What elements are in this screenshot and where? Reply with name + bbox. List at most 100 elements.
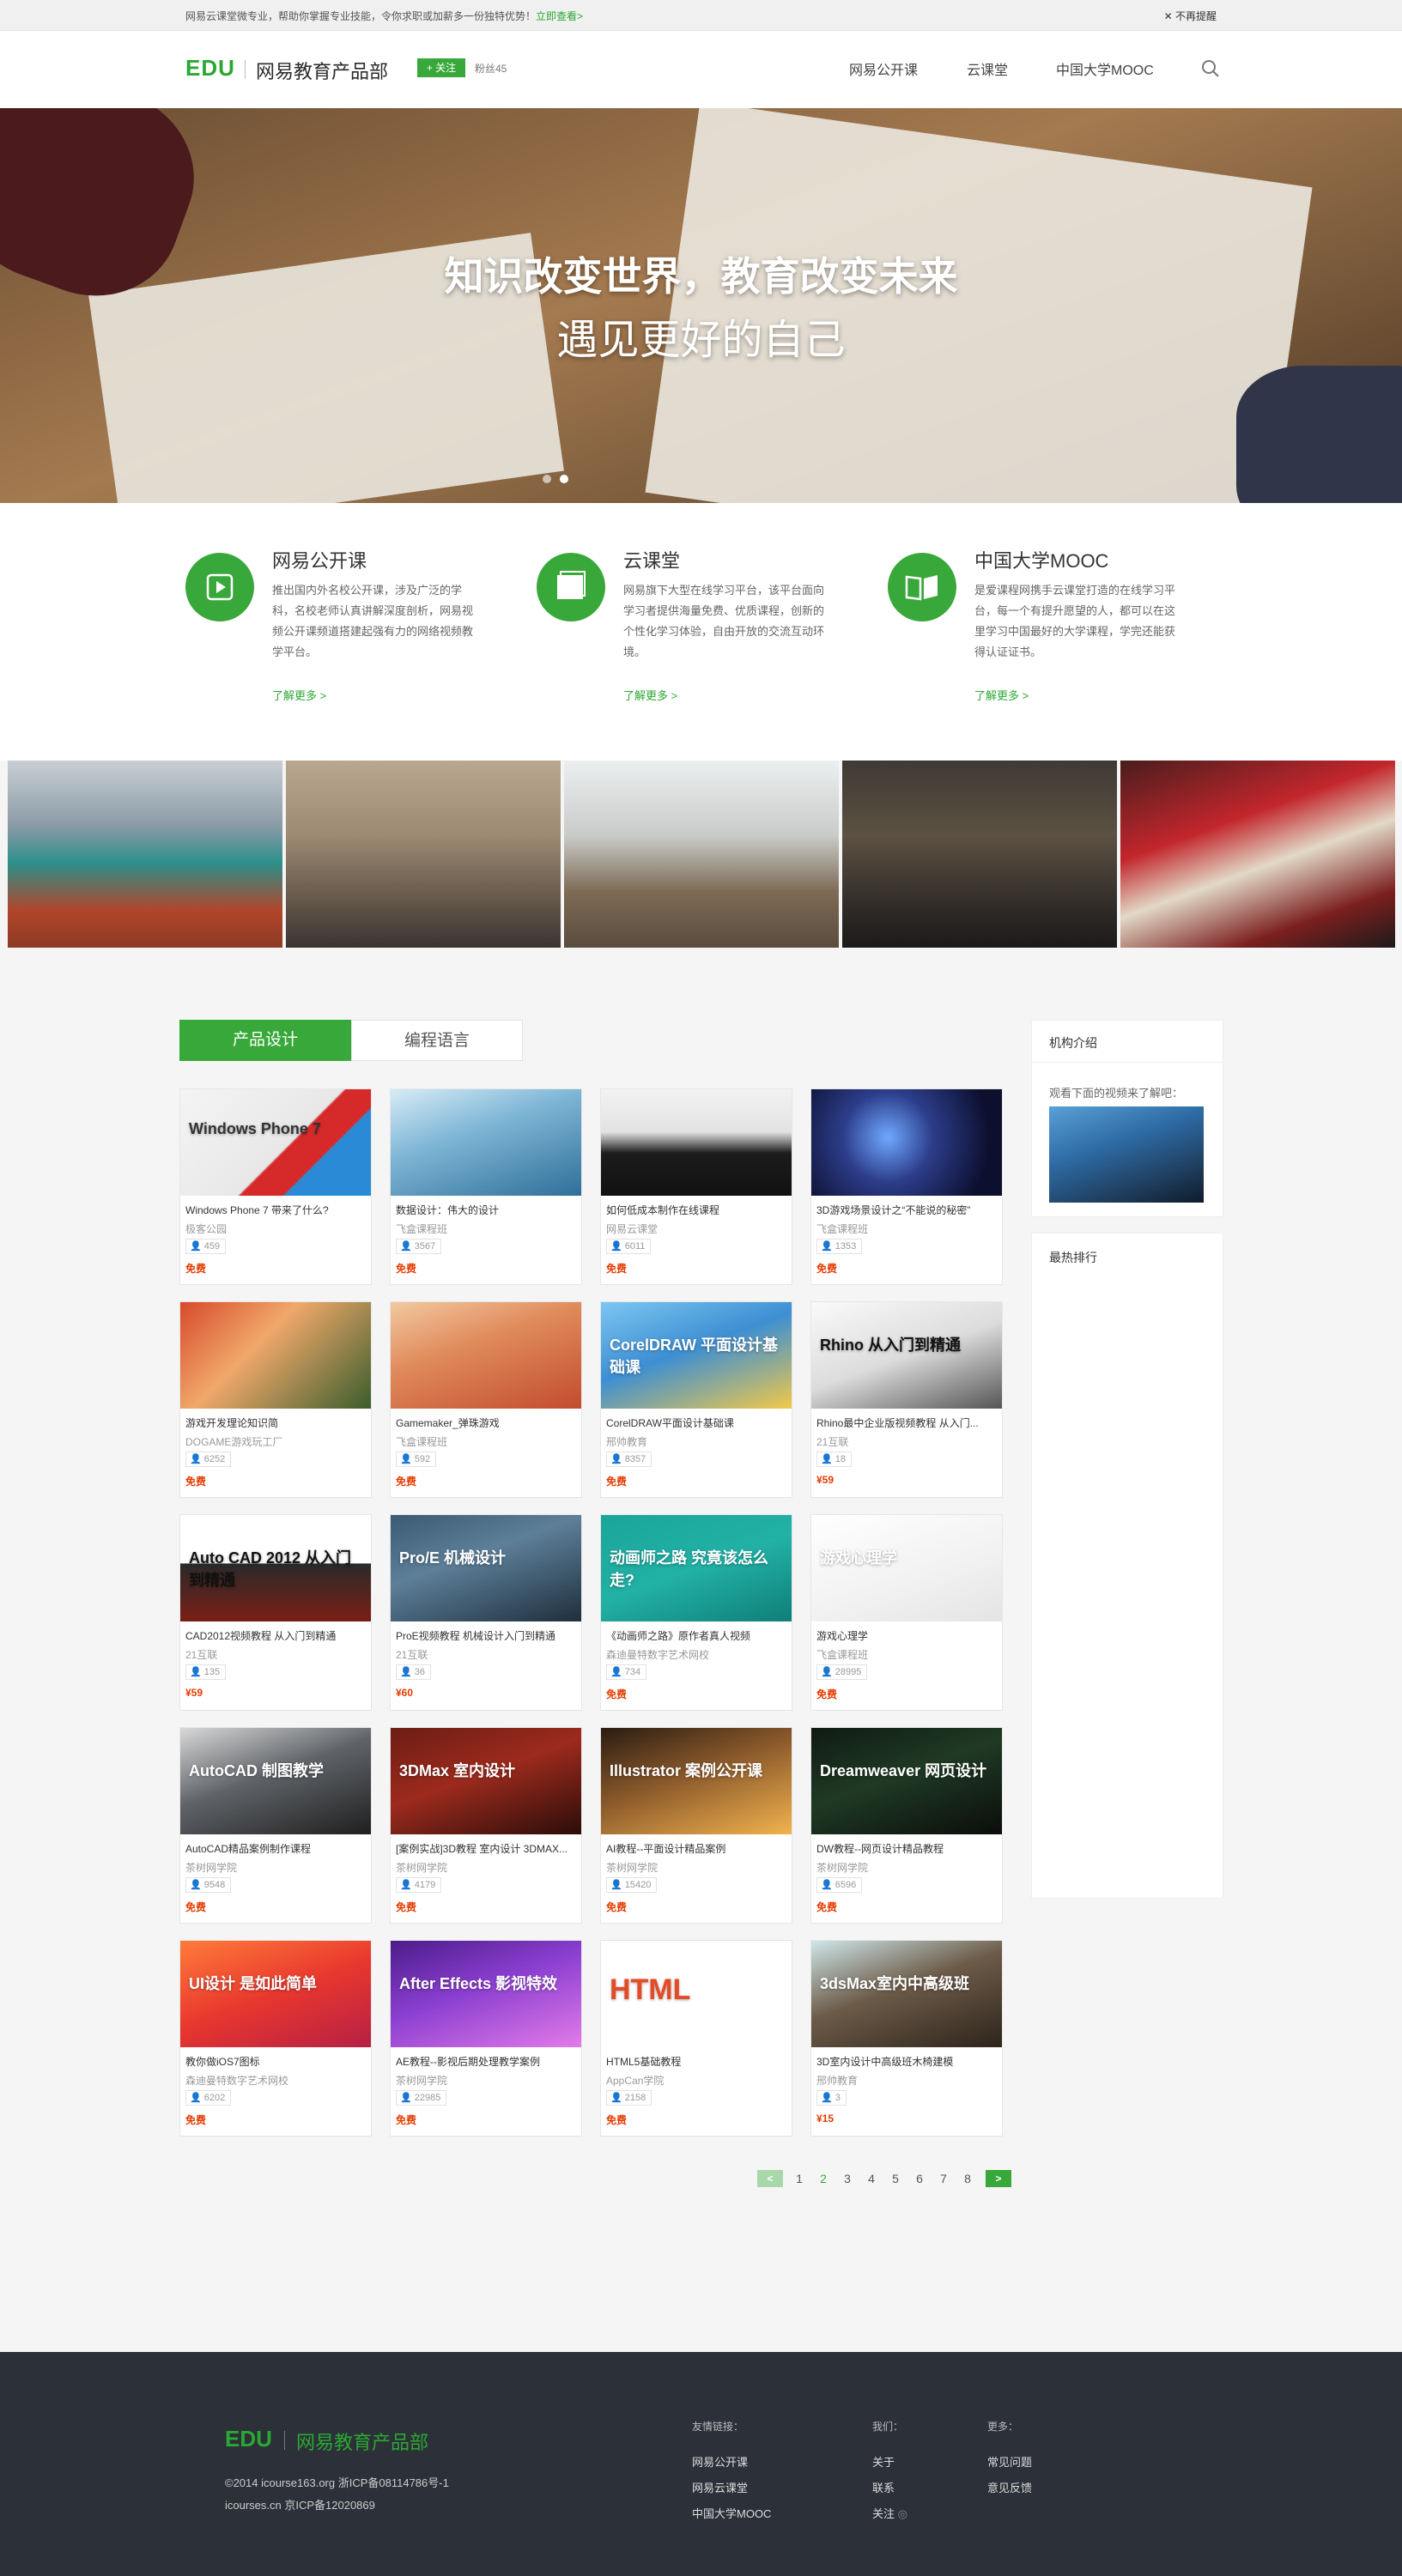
course-provider[interactable]: 茶树网学院 (396, 2073, 447, 2088)
course-card[interactable]: UI设计 是如此简单 教你做iOS7图标 森迪曼特数字艺术网校 👤 6202 免费 (179, 1940, 372, 2137)
course-card[interactable]: Illustrator 案例公开课 AI教程--平面设计精品案例 茶树网学院 👤 15… (600, 1727, 792, 1924)
footer-link[interactable]: 关于 (872, 2450, 907, 2476)
course-title[interactable]: CAD2012视频教程 从入门到精通 (185, 1628, 366, 1643)
page-3[interactable]: 3 (838, 2170, 857, 2187)
logo[interactable]: EDU (185, 55, 235, 82)
prev-page-button[interactable]: < (757, 2170, 783, 2187)
footer-link[interactable]: 关注 ◎ (872, 2501, 907, 2527)
tab-programming[interactable]: 编程语言 (351, 1020, 523, 1061)
course-title[interactable]: DW教程--网页设计精品教程 (816, 1841, 997, 1856)
course-provider[interactable]: 21互联 (396, 1647, 428, 1662)
weibo-icon[interactable]: ◎ (898, 2507, 907, 2520)
course-thumbnail[interactable]: Windows Phone 7 (180, 1089, 371, 1196)
course-title[interactable]: CorelDRAW平面设计基础课 (606, 1415, 786, 1430)
course-provider[interactable]: 森迪曼特数字艺术网校 (185, 2073, 288, 2088)
nav-open-course[interactable]: 网易公开课 (849, 58, 918, 79)
course-thumbnail[interactable]: 游戏心理学 (811, 1515, 1002, 1621)
course-provider[interactable]: 极客公园 (185, 1221, 227, 1236)
course-card[interactable]: Gamemaker_弹珠游戏 飞盒课程班 👤 592 免费 (390, 1301, 582, 1498)
page-6[interactable]: 6 (910, 2170, 929, 2187)
course-card[interactable]: 3dsMax室内中高级班 3D室内设计中高级班木椅建模 邢帅教育 👤 3 ¥15 (810, 1940, 1003, 2137)
footer-link[interactable]: 常见问题 (987, 2450, 1032, 2476)
course-provider[interactable]: 网易云课堂 (606, 1221, 658, 1236)
course-card[interactable]: Dreamweaver 网页设计 DW教程--网页设计精品教程 茶树网学院 👤 659… (810, 1727, 1003, 1924)
course-thumbnail[interactable]: HTML (601, 1941, 792, 2047)
course-provider[interactable]: 飞盒课程班 (396, 1221, 447, 1236)
course-thumbnail[interactable]: Rhino 从入门到精通 (811, 1302, 1002, 1409)
course-thumbnail[interactable] (180, 1302, 371, 1409)
course-card[interactable]: 游戏心理学 游戏心理学 飞盒课程班 👤 28995 免费 (810, 1514, 1003, 1711)
nav-cloud-class[interactable]: 云课堂 (967, 58, 1008, 79)
course-thumbnail[interactable]: Illustrator 案例公开课 (601, 1728, 792, 1834)
course-card[interactable]: 动画师之路 究竟该怎么走? 《动画师之路》原作者真人视频 森迪曼特数字艺术网校 👤 7… (600, 1514, 792, 1711)
dismiss-notice[interactable]: ✕ 不再提醒 (1164, 9, 1217, 23)
course-thumbnail[interactable]: 3dsMax室内中高级班 (811, 1941, 1002, 2047)
course-title[interactable]: Rhino最中企业版视频教程 从入门... (816, 1415, 997, 1430)
course-provider[interactable]: 茶树网学院 (185, 1860, 237, 1875)
slide-dot-1[interactable] (543, 475, 551, 483)
tab-product-design[interactable]: 产品设计 (179, 1020, 351, 1061)
course-title[interactable]: HTML5基础教程 (606, 2054, 786, 2069)
course-card[interactable]: 如何低成本制作在线课程 网易云课堂 👤 6011 免费 (600, 1088, 792, 1285)
footer-link[interactable]: 中国大学MOOC (692, 2501, 771, 2527)
footer-logo[interactable]: EDU (225, 2426, 272, 2452)
course-provider[interactable]: 茶树网学院 (396, 1860, 447, 1875)
course-provider[interactable]: 茶树网学院 (606, 1860, 658, 1875)
course-title[interactable]: Windows Phone 7 带来了什么? (185, 1203, 366, 1217)
next-page-button[interactable]: > (986, 2170, 1011, 2187)
course-title[interactable]: 3D室内设计中高级班木椅建模 (816, 2054, 997, 2069)
course-title[interactable]: 游戏开发理论知识简 (185, 1415, 366, 1430)
learn-more-link[interactable]: 了解更多 > (272, 687, 326, 703)
course-title[interactable]: 游戏心理学 (816, 1628, 997, 1643)
course-thumbnail[interactable] (601, 1089, 792, 1196)
page-7[interactable]: 7 (934, 2170, 953, 2187)
course-thumbnail[interactable] (391, 1302, 581, 1409)
course-provider[interactable]: 飞盒课程班 (816, 1647, 868, 1662)
course-title[interactable]: 数据设计：伟大的设计 (396, 1203, 576, 1217)
course-thumbnail[interactable]: Pro/E 机械设计 (391, 1515, 581, 1621)
search-icon[interactable] (1200, 58, 1221, 79)
course-thumbnail[interactable] (391, 1089, 581, 1196)
page-8[interactable]: 8 (958, 2170, 977, 2187)
course-thumbnail[interactable]: 3DMax 室内设计 (391, 1728, 581, 1834)
course-thumbnail[interactable]: UI设计 是如此简单 (180, 1941, 371, 2047)
course-title[interactable]: [案例实战]3D教程 室内设计 3DMAX... (396, 1841, 576, 1856)
course-title[interactable]: Gamemaker_弹珠游戏 (396, 1415, 576, 1430)
course-title[interactable]: AE教程--影视后期处理教学案例 (396, 2054, 576, 2069)
page-2[interactable]: 2 (814, 2170, 833, 2187)
course-card[interactable]: 数据设计：伟大的设计 飞盒课程班 👤 3567 免费 (390, 1088, 582, 1285)
course-card[interactable]: HTML HTML5基础教程 AppCan学院 👤 2158 免费 (600, 1940, 792, 2137)
course-provider[interactable]: 飞盒课程班 (816, 1221, 868, 1236)
course-card[interactable]: 游戏开发理论知识简 DOGAME游戏玩工厂 👤 6252 免费 (179, 1301, 372, 1498)
slide-dot-2[interactable] (560, 475, 568, 483)
course-card[interactable]: AutoCAD 制图教学 AutoCAD精品案例制作课程 茶树网学院 👤 9548 免费 (179, 1727, 372, 1924)
course-card[interactable]: Auto CAD 2012 从入门到精通 CAD2012视频教程 从入门到精通 21… (179, 1514, 372, 1711)
course-card[interactable]: Rhino 从入门到精通 Rhino最中企业版视频教程 从入门... 21互联 👤 1… (810, 1301, 1003, 1498)
course-title[interactable]: 如何低成本制作在线课程 (606, 1203, 786, 1217)
course-thumbnail[interactable]: AutoCAD 制图教学 (180, 1728, 371, 1834)
course-title[interactable]: 《动画师之路》原作者真人视频 (606, 1628, 786, 1643)
course-card[interactable]: 3D游戏场景设计之“不能说的秘密” 飞盒课程班 👤 1353 免费 (810, 1088, 1003, 1285)
intro-video-thumbnail[interactable] (1049, 1106, 1204, 1203)
course-provider[interactable]: 邢帅教育 (606, 1434, 647, 1449)
course-provider[interactable]: 21互联 (185, 1647, 217, 1662)
page-5[interactable]: 5 (886, 2170, 905, 2187)
page-1[interactable]: 1 (790, 2170, 809, 2187)
learn-more-link[interactable]: 了解更多 > (623, 687, 677, 703)
footer-link[interactable]: 网易公开课 (692, 2450, 771, 2476)
hero-banner[interactable]: 知识改变世界，教育改变未来 遇见更好的自己 (0, 108, 1402, 503)
footer-link[interactable]: 联系 (872, 2476, 907, 2501)
course-card[interactable]: Windows Phone 7 Windows Phone 7 带来了什么? 极客公… (179, 1088, 372, 1285)
nav-mooc[interactable]: 中国大学MOOC (1056, 58, 1154, 79)
course-thumbnail[interactable]: 动画师之路 究竟该怎么走? (601, 1515, 792, 1621)
course-provider[interactable]: 飞盒课程班 (396, 1434, 447, 1449)
course-provider[interactable]: DOGAME游戏玩工厂 (185, 1434, 282, 1449)
notice-link[interactable]: 立即查看> (536, 10, 583, 22)
course-provider[interactable]: 森迪曼特数字艺术网校 (606, 1647, 709, 1662)
course-provider[interactable]: 茶树网学院 (816, 1860, 868, 1875)
course-card[interactable]: CorelDRAW 平面设计基础课 CorelDRAW平面设计基础课 邢帅教育 👤 8… (600, 1301, 792, 1498)
course-title[interactable]: AI教程--平面设计精品案例 (606, 1841, 786, 1856)
course-provider[interactable]: 21互联 (816, 1434, 848, 1449)
course-title[interactable]: 3D游戏场景设计之“不能说的秘密” (816, 1203, 997, 1217)
course-title[interactable]: AutoCAD精品案例制作课程 (185, 1841, 366, 1856)
